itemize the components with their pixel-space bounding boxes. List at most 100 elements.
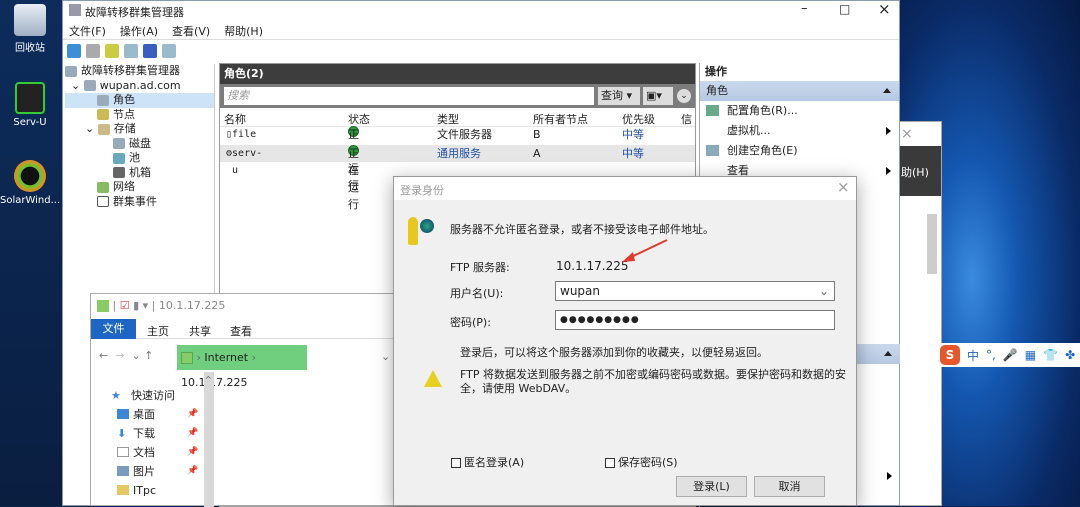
- tree-root[interactable]: 故障转移群集管理器: [65, 64, 214, 79]
- menu-action[interactable]: 操作(A): [120, 25, 158, 38]
- column-status[interactable]: 状态: [348, 111, 370, 127]
- toolbox-icon[interactable]: ✤: [1065, 348, 1075, 362]
- table-row[interactable]: ⚙ serv-u 正在运行 通用服务 A 中等: [220, 145, 695, 211]
- tab-file[interactable]: 文件: [91, 319, 136, 339]
- anonymous-login-checkbox[interactable]: 匿名登录(A): [451, 454, 524, 470]
- pin-icon[interactable]: 📌: [187, 405, 198, 424]
- search-input[interactable]: 搜索: [224, 87, 594, 105]
- tree-item-nodes[interactable]: 节点: [65, 108, 214, 123]
- help-icon[interactable]: [143, 44, 157, 58]
- tree-item-pools[interactable]: 池: [65, 151, 214, 166]
- table-row[interactable]: ▯ file 正在运行 文件服务器 B 中等: [220, 126, 695, 192]
- save-password-checkbox[interactable]: 保存密码(S): [605, 454, 678, 470]
- password-input[interactable]: ●●●●●●●●●: [555, 310, 835, 330]
- action-pane-icon[interactable]: [162, 44, 176, 58]
- tab-view[interactable]: 查看: [230, 323, 252, 339]
- up-folder-icon[interactable]: [105, 44, 119, 58]
- desktop-icon-serv-u[interactable]: Serv-U: [0, 82, 60, 128]
- cancel-button[interactable]: 取消: [754, 476, 825, 497]
- quick-access[interactable]: ★ 快速访问: [107, 386, 202, 405]
- tree-label: 节点: [113, 107, 135, 121]
- username-label: 用户名(U):: [450, 287, 504, 300]
- tab-home[interactable]: 主页: [147, 323, 169, 339]
- nav-scrollbar[interactable]: ^: [204, 372, 214, 507]
- tree-item-roles[interactable]: 角色: [65, 93, 214, 108]
- login-button[interactable]: 登录(L): [676, 476, 747, 497]
- address-bar[interactable]: › Internet › 10.1.17.225: [177, 345, 307, 389]
- pin-icon[interactable]: 📌: [187, 462, 198, 481]
- checkbox-icon[interactable]: [605, 458, 615, 468]
- username-combobox[interactable]: wupan ⌄: [555, 281, 835, 301]
- chevron-down-icon[interactable]: ⌄: [819, 282, 829, 300]
- minimize-button[interactable]: –: [801, 1, 808, 16]
- column-info[interactable]: 信: [681, 111, 692, 127]
- recent-dropdown-icon[interactable]: ⌄: [131, 349, 140, 362]
- tree-item-networks[interactable]: 网络: [65, 180, 214, 195]
- column-priority[interactable]: 优先级: [622, 111, 655, 127]
- documents-icon: [117, 447, 129, 457]
- query-button[interactable]: 查询 ▾: [598, 87, 640, 105]
- forward-arrow-icon[interactable]: [86, 44, 100, 58]
- tab-share[interactable]: 共享: [189, 323, 211, 339]
- nav-item-pictures[interactable]: 图片 📌: [107, 462, 202, 481]
- role-name: file: [232, 129, 257, 140]
- ime-punctuation[interactable]: °,: [986, 348, 996, 362]
- column-owner[interactable]: 所有者节点: [533, 111, 588, 127]
- menu-view[interactable]: 查看(V): [172, 25, 210, 38]
- enclosure-icon: [113, 167, 125, 178]
- up-arrow-icon[interactable]: ↑: [144, 349, 153, 362]
- desktop-icon-solarwinds[interactable]: SolarWind...: [0, 160, 60, 206]
- tree-item-cluster-events[interactable]: 群集事件: [65, 195, 214, 210]
- back-arrow-icon[interactable]: ←: [99, 349, 108, 362]
- back-arrow-icon[interactable]: [67, 44, 81, 58]
- menu-help[interactable]: 帮助(H): [224, 25, 263, 38]
- nav-item-desktop[interactable]: 桌面 📌: [107, 405, 202, 424]
- checkbox-icon[interactable]: [451, 458, 461, 468]
- breadcrumb-internet[interactable]: Internet: [204, 351, 248, 364]
- tree-item-enclosures[interactable]: 机箱: [65, 166, 214, 181]
- collapse-icon[interactable]: [884, 351, 892, 356]
- ime-toolbar[interactable]: S 中 °, 🎤 ▦ 👕 ✤: [938, 343, 1080, 367]
- keyboard-icon[interactable]: ▦: [1025, 348, 1036, 362]
- show-tree-icon[interactable]: [124, 44, 138, 58]
- pictures-icon: [117, 466, 129, 476]
- tree-item-disks[interactable]: 磁盘: [65, 137, 214, 152]
- microphone-icon[interactable]: 🎤: [1003, 348, 1018, 362]
- pin-icon[interactable]: 📌: [187, 443, 198, 462]
- nav-buttons: ← → ⌄ ↑: [99, 349, 153, 362]
- close-icon[interactable]: ×: [901, 126, 913, 142]
- address-dropdown-icon[interactable]: ⌄: [381, 350, 390, 363]
- explorer-title: 10.1.17.225: [158, 299, 226, 312]
- desktop-icon-recycle-bin[interactable]: 回收站: [0, 4, 60, 54]
- save-query-button[interactable]: ▣▾: [643, 87, 673, 105]
- pin-icon[interactable]: 📌: [187, 424, 198, 443]
- skin-icon[interactable]: 👕: [1043, 348, 1058, 362]
- maximize-button[interactable]: □: [839, 2, 850, 16]
- tree-item-storage[interactable]: ⌄ 存储: [65, 122, 214, 137]
- expand-icon[interactable]: ⌄: [677, 89, 691, 103]
- action-configure-role[interactable]: 配置角色(R)...: [700, 101, 899, 121]
- empty-role-icon: [706, 145, 719, 156]
- dialog-close-button[interactable]: ×: [837, 178, 850, 196]
- forward-arrow-icon[interactable]: →: [115, 349, 124, 362]
- action-virtual-machines[interactable]: 虚拟机...: [700, 121, 899, 141]
- actions-section-roles[interactable]: 角色: [700, 81, 899, 101]
- submenu-arrow-icon: [886, 127, 891, 135]
- nav-item-documents[interactable]: 文档 📌: [107, 443, 202, 462]
- nav-item-itpc[interactable]: ITpc: [107, 481, 202, 500]
- nav-label: 下载: [133, 427, 155, 440]
- column-name[interactable]: 名称: [224, 111, 246, 127]
- close-button[interactable]: ×: [878, 0, 891, 18]
- solarwinds-icon: [14, 160, 46, 192]
- menu-file[interactable]: 文件(F): [69, 25, 106, 38]
- collapse-icon[interactable]: [883, 88, 891, 93]
- navigation-pane: ★ 快速访问 桌面 📌 ⬇ 下载 📌 文档 📌 图片 📌 ITpc: [107, 386, 202, 500]
- tree-cluster[interactable]: ⌄ wupan.ad.com: [65, 79, 214, 94]
- nav-label: 文档: [133, 446, 155, 459]
- nav-item-downloads[interactable]: ⬇ 下载 📌: [107, 424, 202, 443]
- column-type[interactable]: 类型: [437, 111, 459, 127]
- scrollbar[interactable]: [927, 214, 937, 274]
- ime-mode[interactable]: 中: [967, 347, 979, 364]
- properties-icon[interactable]: ☑: [120, 299, 130, 312]
- action-create-empty-role[interactable]: 创建空角色(E): [700, 141, 899, 161]
